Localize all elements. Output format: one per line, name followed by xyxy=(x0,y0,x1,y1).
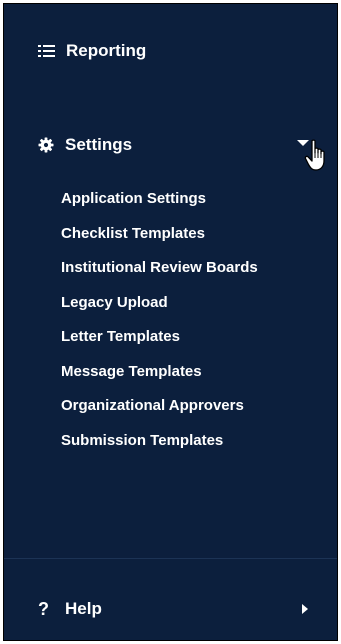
submenu-item-institutional-review-boards[interactable]: Institutional Review Boards xyxy=(4,251,337,286)
nav-item-settings[interactable]: Settings xyxy=(4,127,337,171)
nav-item-settings-label: Settings xyxy=(65,135,133,154)
nav-item-reporting-label: Reporting xyxy=(66,41,147,60)
list-icon xyxy=(38,45,55,57)
chevron-right-icon[interactable] xyxy=(302,604,308,614)
submenu-item-application-settings[interactable]: Application Settings xyxy=(4,182,337,217)
sidebar-nav: Reporting Settings Application Settings … xyxy=(3,3,338,641)
gear-icon xyxy=(38,137,54,153)
settings-submenu: Application Settings Checklist Templates… xyxy=(4,182,337,458)
nav-item-help[interactable]: ? Help xyxy=(4,591,337,627)
submenu-item-letter-templates[interactable]: Letter Templates xyxy=(4,320,337,355)
nav-item-help-label: Help xyxy=(65,599,102,618)
submenu-item-message-templates[interactable]: Message Templates xyxy=(4,355,337,390)
submenu-item-organizational-approvers[interactable]: Organizational Approvers xyxy=(4,389,337,424)
submenu-item-legacy-upload[interactable]: Legacy Upload xyxy=(4,286,337,321)
question-icon: ? xyxy=(38,598,49,619)
submenu-item-checklist-templates[interactable]: Checklist Templates xyxy=(4,217,337,252)
nav-item-reporting[interactable]: Reporting xyxy=(4,34,337,68)
submenu-item-submission-templates[interactable]: Submission Templates xyxy=(4,424,337,459)
hand-cursor-icon xyxy=(304,139,330,173)
divider xyxy=(4,558,337,559)
